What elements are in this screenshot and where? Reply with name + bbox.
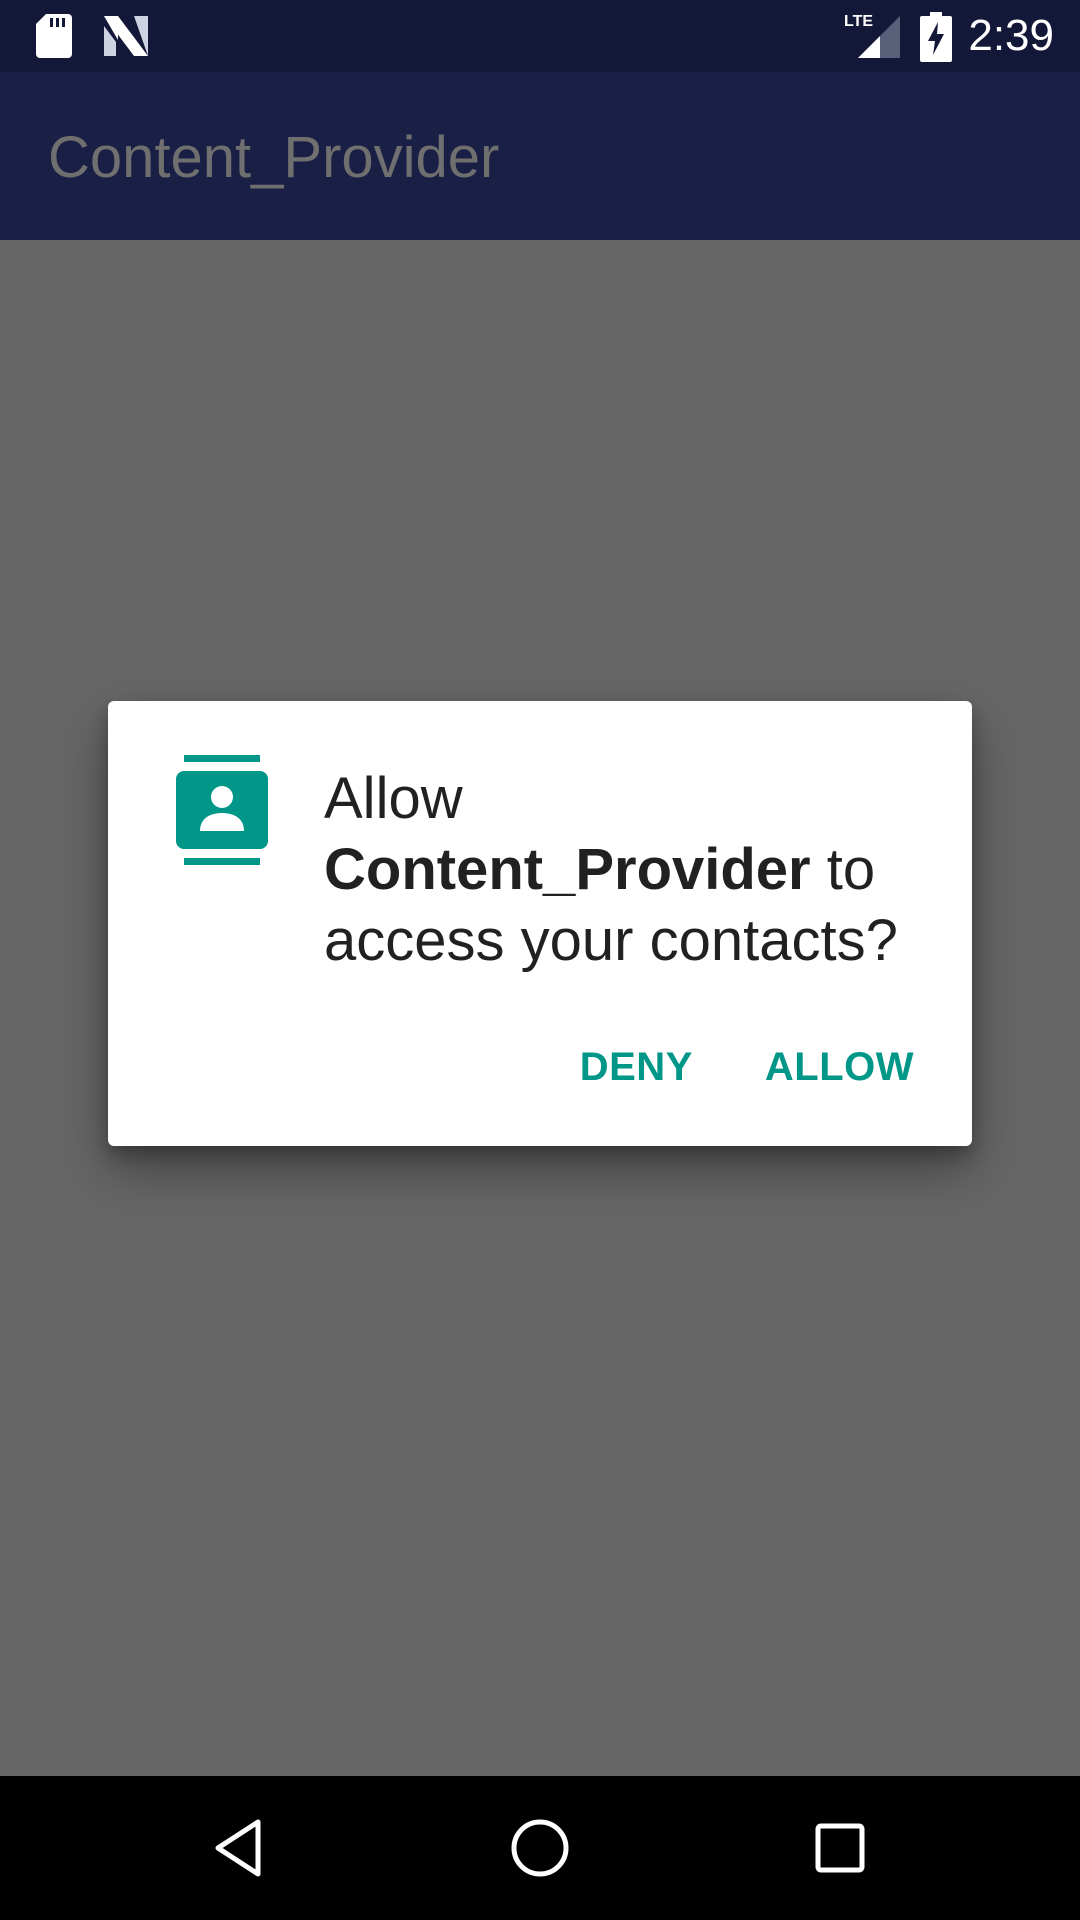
status-bar: LTE 2:39 — [0, 0, 1080, 72]
sd-card-icon — [36, 14, 72, 58]
navigation-bar — [0, 1776, 1080, 1920]
app-title: Content_Provider — [48, 125, 500, 190]
permission-dialog: Allow Content_Provider to access your co… — [108, 701, 972, 1146]
back-icon[interactable] — [208, 1816, 272, 1880]
permission-message: Allow Content_Provider to access your co… — [324, 763, 944, 976]
n-notification-icon — [104, 16, 148, 56]
battery-charging-icon — [920, 12, 952, 62]
status-clock: 2:39 — [968, 11, 1054, 60]
message-app-name: Content_Provider — [324, 837, 811, 902]
recents-icon[interactable] — [808, 1816, 872, 1880]
dialog-actions: DENY ALLOW — [564, 1031, 930, 1103]
contacts-icon — [176, 755, 268, 865]
svg-text:LTE: LTE — [844, 13, 873, 30]
lte-signal-icon: LTE — [844, 13, 900, 58]
app-bar: Content_Provider — [0, 72, 1080, 240]
deny-button[interactable]: DENY — [564, 1037, 709, 1098]
allow-button[interactable]: ALLOW — [749, 1037, 930, 1098]
home-icon[interactable] — [508, 1816, 572, 1880]
message-prefix: Allow — [324, 766, 463, 831]
